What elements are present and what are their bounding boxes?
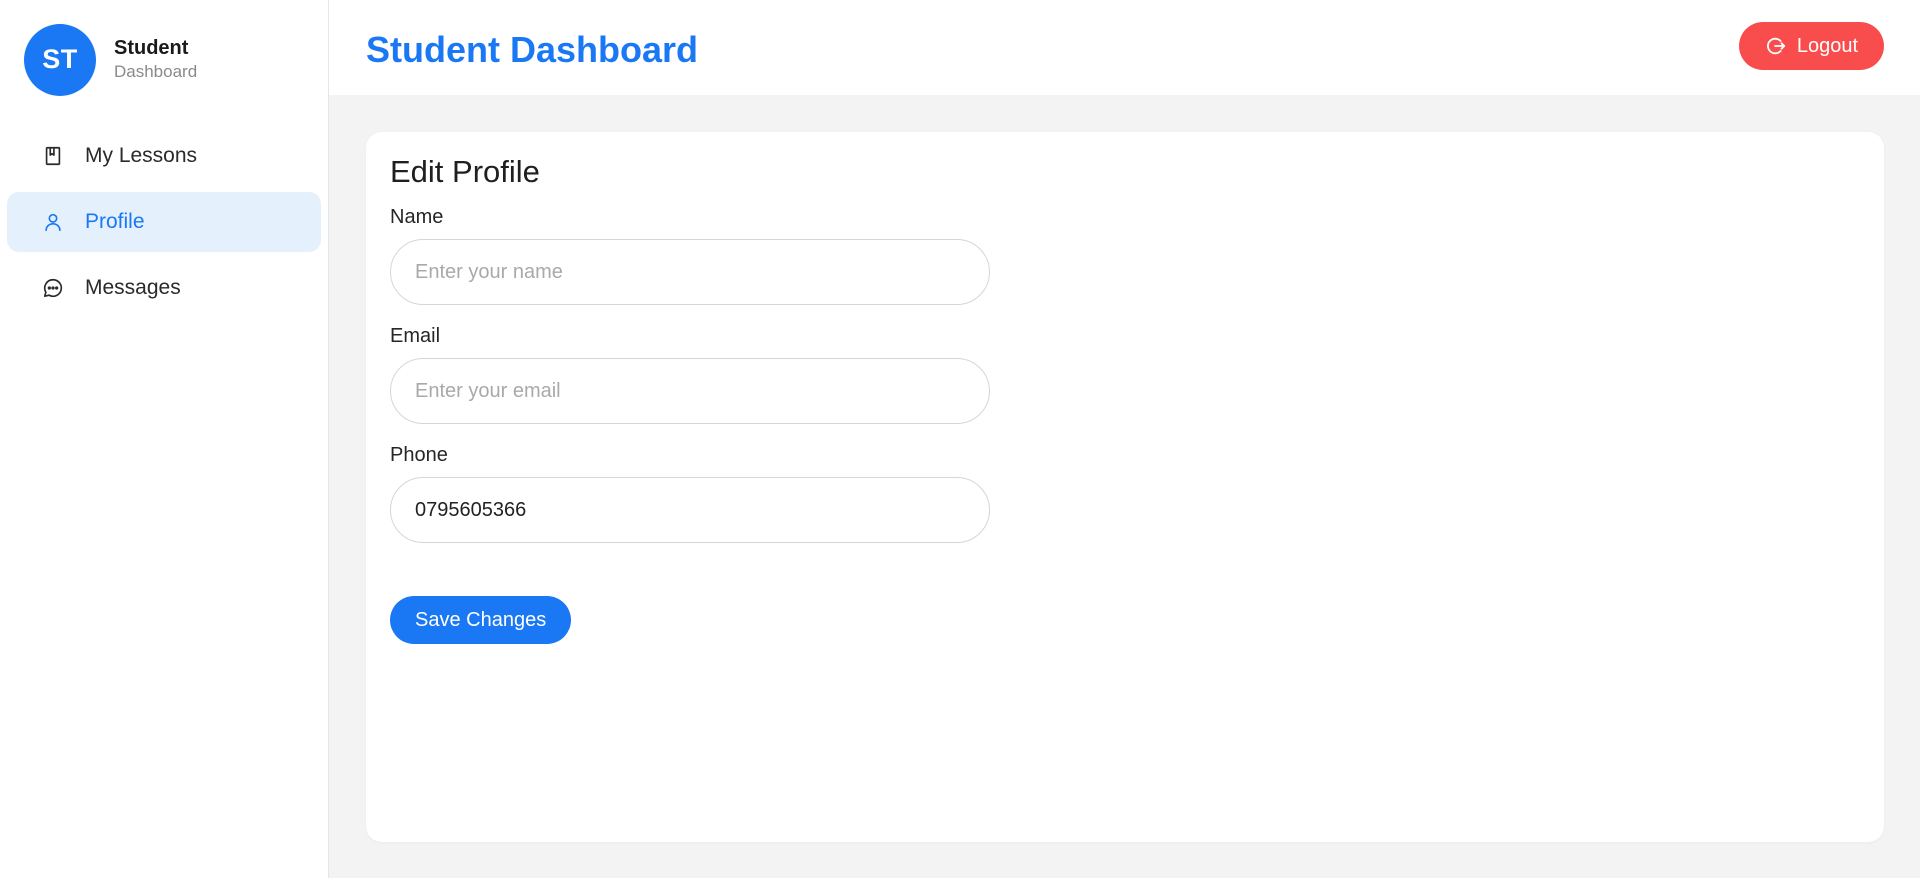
phone-input[interactable] [390,477,990,543]
page-title: Student Dashboard [366,28,699,70]
name-field-group: Name [390,206,990,305]
logout-label: Logout [1796,34,1858,57]
sidebar-profile-header: ST Student Dashboard [0,0,328,96]
sidebar-item-profile[interactable]: Profile [7,192,321,252]
email-field-group: Email [390,325,990,424]
save-changes-button[interactable]: Save Changes [390,596,572,644]
sidebar-item-messages[interactable]: Messages [7,258,321,318]
sidebar-nav: My Lessons Profile Messages [0,126,328,318]
sidebar-item-label: Profile [85,210,145,233]
user-icon [41,210,65,234]
edit-profile-card: Edit Profile Name Email Phone Save Chang… [366,132,1884,842]
brand-subtitle: Dashboard [114,61,198,81]
card-title: Edit Profile [390,154,540,189]
book-icon [41,144,65,168]
phone-field-group: Phone [390,444,990,543]
chat-bubble-icon [41,276,65,300]
brand-title: Student [114,36,189,59]
sidebar: ST Student Dashboard My Lessons Profile … [0,0,329,878]
logout-icon [1765,35,1787,57]
main-area: Student Dashboard Logout Edit Profile Na… [329,0,1920,878]
avatar: ST [24,23,96,96]
name-label: Name [390,206,444,228]
email-label: Email [390,325,441,347]
top-header: Student Dashboard Logout [329,0,1920,95]
app-root: ST Student Dashboard My Lessons Profile … [0,0,1920,878]
brand: Student Dashboard [114,36,197,84]
logout-button[interactable]: Logout [1738,22,1884,70]
sidebar-item-label: My Lessons [85,144,198,167]
content: Edit Profile Name Email Phone Save Chang… [329,95,1920,842]
sidebar-item-label: Messages [85,276,181,299]
phone-label: Phone [390,444,448,466]
email-input[interactable] [390,358,990,424]
name-input[interactable] [390,239,990,305]
sidebar-item-my-lessons[interactable]: My Lessons [7,126,321,186]
